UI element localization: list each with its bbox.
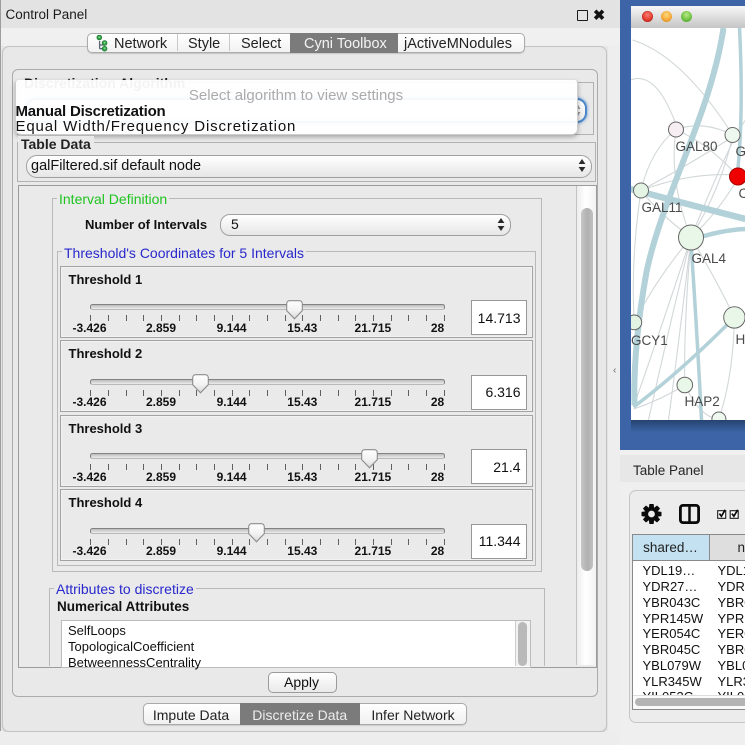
svg-text:GAL80: GAL80	[675, 139, 717, 154]
svg-text:GA: GA	[735, 144, 745, 159]
svg-text:GCY1: GCY1	[631, 333, 668, 348]
svg-text:GAL11: GAL11	[641, 200, 682, 215]
svg-text:HAP2: HAP2	[684, 394, 719, 409]
svg-text:H: H	[735, 332, 745, 347]
svg-text:GAL4: GAL4	[691, 251, 726, 266]
svg-text:C: C	[738, 186, 745, 201]
